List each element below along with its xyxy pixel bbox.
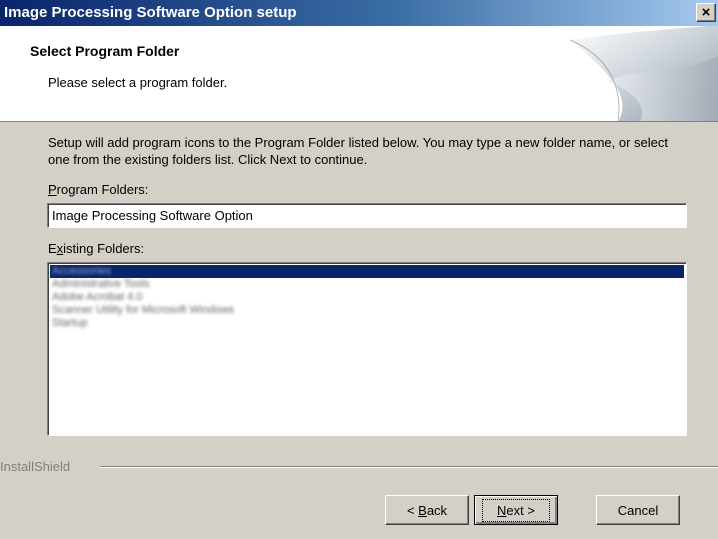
program-folders-label: Program Folders: [48,182,148,197]
back-button-label: < Back [406,502,448,518]
list-item[interactable]: Scanner Utility for Microsoft Windows [50,304,684,317]
page-curl-icon [569,26,718,121]
back-button[interactable]: < Back [385,495,469,525]
setup-description: Setup will add program icons to the Prog… [48,135,668,167]
footer-divider [100,466,718,468]
program-folder-input[interactable] [47,203,687,228]
cancel-button[interactable]: Cancel [596,495,680,525]
list-item[interactable]: Startup [50,317,684,330]
program-folders-accel: P [48,182,57,197]
wizard-header: Select Program Folder Please select a pr… [0,26,718,122]
close-icon: × [701,4,711,21]
program-folders-label-text: rogram Folders: [56,182,149,197]
next-button-label: Next > [482,498,550,522]
existing-folders-label-pre: E [48,241,57,256]
title-bar[interactable]: Image Processing Software Option setup × [0,0,718,26]
list-item[interactable]: Adobe Acrobat 4.0 [50,291,684,304]
existing-folders-label-text: isting Folders: [63,241,145,256]
next-button[interactable]: Next > [474,495,558,525]
existing-folders-label: Existing Folders: [48,241,144,256]
close-button[interactable]: × [696,3,716,22]
window-title: Image Processing Software Option setup [4,4,297,21]
existing-folders-list[interactable]: Accessories Administrative Tools Adobe A… [47,262,687,436]
page-title: Select Program Folder [30,43,180,59]
list-item[interactable]: Administrative Tools [50,278,684,291]
page-subtitle: Please select a program folder. [48,75,228,90]
installshield-brand: InstallShield [0,459,71,474]
list-item[interactable]: Accessories [50,265,684,278]
